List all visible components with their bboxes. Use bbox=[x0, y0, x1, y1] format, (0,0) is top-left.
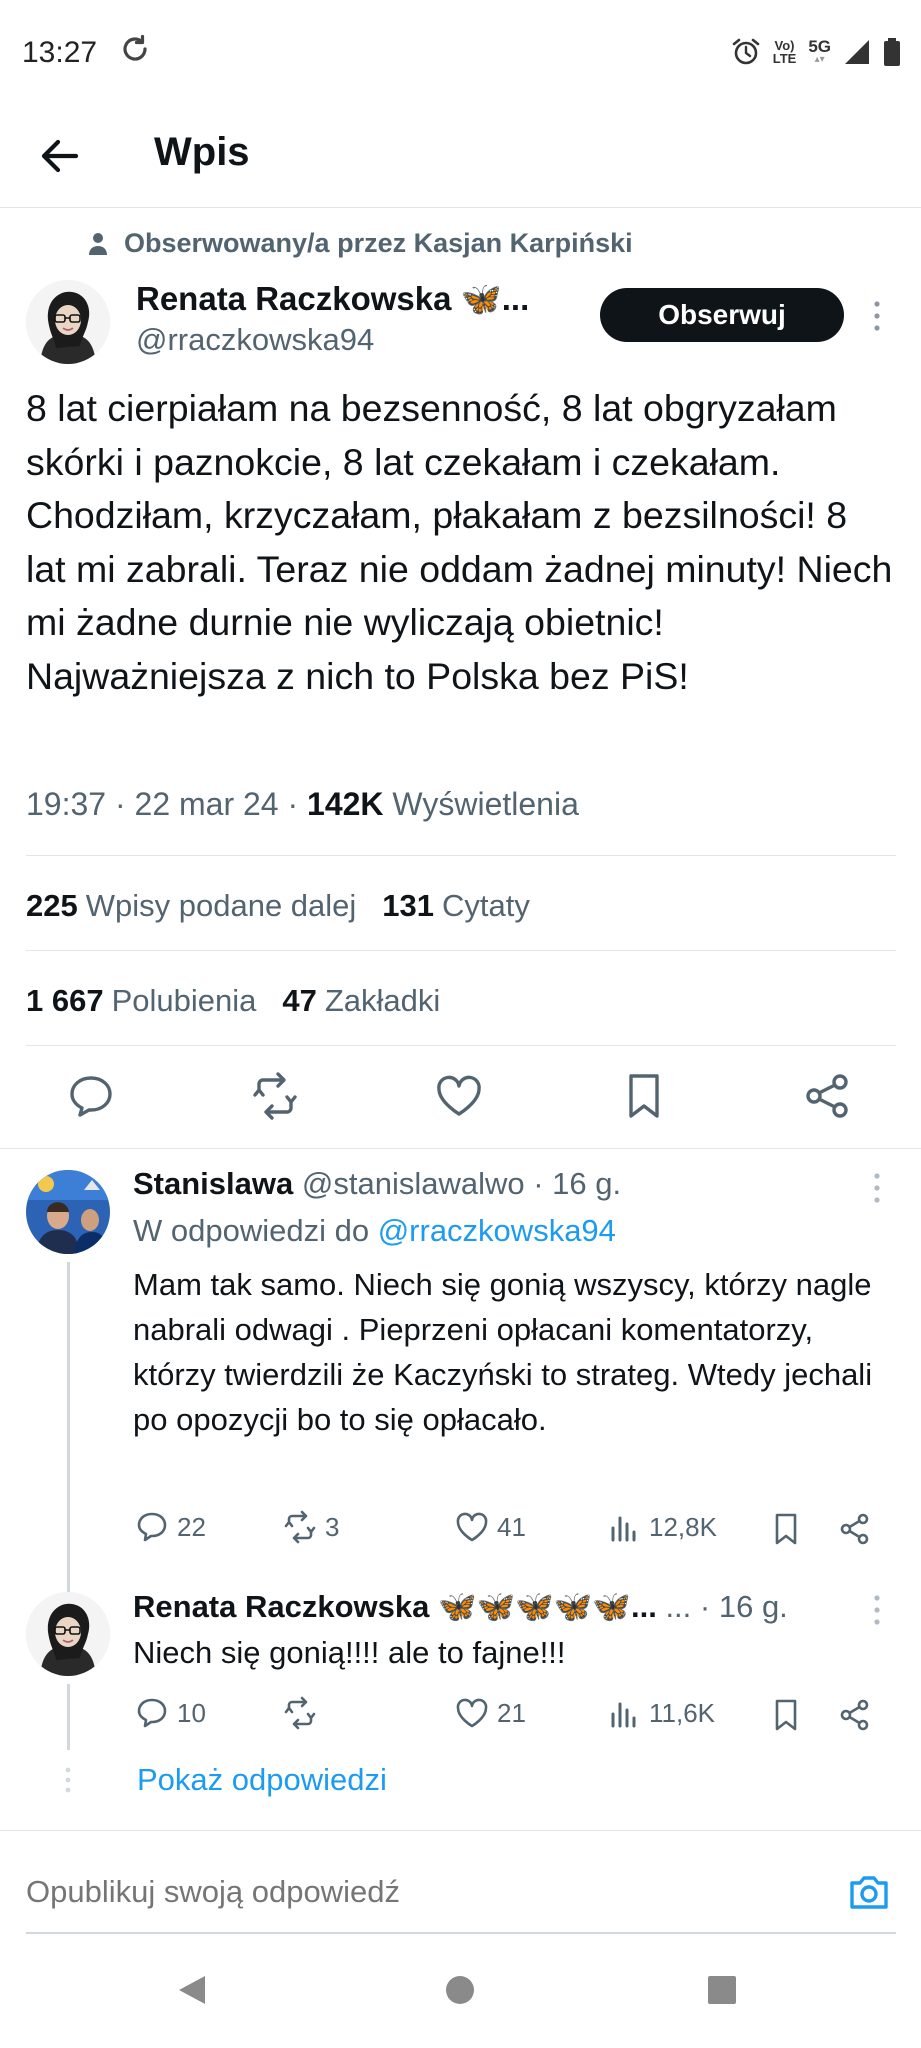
author-handle[interactable]: @rraczkowska94 bbox=[136, 322, 374, 358]
share-icon[interactable] bbox=[800, 1068, 856, 1124]
thread-line bbox=[67, 1684, 70, 1750]
views-count: 142K bbox=[307, 786, 384, 822]
nav-home-button[interactable] bbox=[430, 1960, 490, 2020]
reply-repost-action[interactable]: 3 bbox=[281, 1508, 339, 1546]
like-icon bbox=[456, 1512, 488, 1542]
share-icon[interactable] bbox=[836, 1696, 874, 1734]
app-bar: Wpis bbox=[0, 104, 921, 208]
reply-author-name[interactable]: Stanislawa bbox=[133, 1166, 293, 1201]
divider bbox=[0, 1148, 921, 1149]
status-icons: Vo) LTE 5G ▴▾ bbox=[731, 34, 901, 70]
reply-like-action[interactable]: 41 bbox=[453, 1508, 526, 1546]
nav-back-button[interactable] bbox=[163, 1960, 223, 2020]
bookmark-icon[interactable] bbox=[767, 1696, 805, 1734]
circle-home-icon bbox=[446, 1976, 474, 2004]
like-icon bbox=[456, 1698, 488, 1728]
reply-repost-action[interactable] bbox=[281, 1694, 325, 1732]
reply-author-handle[interactable]: ... bbox=[665, 1589, 691, 1624]
page-title: Wpis bbox=[154, 130, 250, 174]
thread-dots bbox=[64, 1766, 72, 1794]
reply-views-action[interactable]: 12,8K bbox=[605, 1508, 717, 1546]
like-icon[interactable] bbox=[431, 1068, 487, 1124]
status-time: 13:27 bbox=[22, 36, 98, 69]
divider bbox=[26, 950, 896, 951]
reply-avatar[interactable] bbox=[26, 1592, 110, 1676]
reply-input[interactable] bbox=[26, 1862, 826, 1922]
tweet-date: 22 mar 24 bbox=[134, 786, 279, 822]
reply-to-line: W odpowiedzi do @rraczkowska94 bbox=[133, 1213, 616, 1248]
bookmarks-stat[interactable]: 47 Zakładki bbox=[282, 983, 440, 1019]
tweet-meta: 19:37 · 22 mar 24 · 142K Wyświetlenia bbox=[26, 786, 579, 822]
reply-icon[interactable] bbox=[63, 1068, 119, 1124]
more-options-icon[interactable] bbox=[867, 1590, 887, 1630]
repost-icon[interactable] bbox=[247, 1068, 303, 1124]
square-recents-icon bbox=[708, 1976, 736, 2004]
person-icon bbox=[89, 232, 107, 255]
tweet-time: 19:37 bbox=[26, 786, 107, 822]
divider bbox=[26, 855, 896, 856]
arrow-left-icon[interactable] bbox=[30, 126, 90, 186]
reply-actions: 10 21 11,6K bbox=[133, 1694, 893, 1738]
reply-time: 16 g. bbox=[718, 1589, 788, 1624]
reply-views-action[interactable]: 11,6K bbox=[605, 1694, 715, 1732]
reply-avatar[interactable] bbox=[26, 1170, 110, 1254]
reply-icon bbox=[137, 1512, 167, 1542]
show-replies-link[interactable]: Pokaż odpowiedzi bbox=[137, 1762, 387, 1798]
reply-header: Renata Raczkowska 🦋🦋🦋🦋🦋... ... · 16 g. bbox=[133, 1589, 788, 1624]
more-options-icon[interactable] bbox=[867, 1168, 887, 1208]
quotes-stat[interactable]: 131 Cytaty bbox=[382, 888, 530, 924]
signal-icon bbox=[845, 40, 869, 64]
divider bbox=[0, 1830, 921, 1831]
repost-icon bbox=[284, 1510, 316, 1544]
triangle-back-icon bbox=[179, 1976, 205, 2004]
battery-icon bbox=[884, 38, 900, 66]
tweet-text: 8 lat cierpiałam na bezsenność, 8 lat ob… bbox=[26, 387, 893, 697]
reply-author-name[interactable]: Renata Raczkowska 🦋🦋🦋🦋🦋... bbox=[133, 1589, 657, 1624]
tweet-actions bbox=[0, 1068, 921, 1128]
views-label: Wyświetlenia bbox=[392, 786, 579, 822]
reply-like-action[interactable]: 21 bbox=[453, 1694, 526, 1732]
bookmark-icon[interactable] bbox=[616, 1068, 672, 1124]
repost-icon bbox=[284, 1696, 316, 1730]
reply-text: Mam tak samo. Niech się gonią wszyscy, k… bbox=[133, 1267, 873, 1437]
nav-recents-button[interactable] bbox=[692, 1960, 752, 2020]
camera-icon[interactable] bbox=[846, 1869, 892, 1915]
more-options-icon[interactable] bbox=[867, 296, 887, 336]
reply-reply-action[interactable]: 22 bbox=[133, 1508, 206, 1546]
reply-author-handle[interactable]: @stanislawalwo bbox=[302, 1166, 525, 1201]
system-nav-bar bbox=[0, 1960, 921, 2048]
signal-type: 5G ▴▾ bbox=[808, 37, 831, 65]
followed-by-text: Obserwowany/a przez Kasjan Karpiński bbox=[124, 228, 633, 258]
bookmark-icon[interactable] bbox=[767, 1510, 805, 1548]
reply-actions: 22 3 41 12,8K bbox=[133, 1508, 893, 1552]
views-icon bbox=[611, 1702, 636, 1728]
follow-button[interactable]: Obserwuj bbox=[600, 288, 844, 342]
sync-icon bbox=[123, 34, 147, 61]
reply-time: 16 g. bbox=[552, 1166, 622, 1201]
reply-to-mention[interactable]: @rraczkowska94 bbox=[378, 1213, 616, 1248]
followed-by-notice[interactable]: Obserwowany/a przez Kasjan Karpiński bbox=[88, 228, 633, 259]
author-avatar[interactable] bbox=[26, 280, 110, 364]
volte-icon: Vo) LTE bbox=[772, 38, 797, 66]
reply-text: Niech się gonią!!!! ale to fajne!!! bbox=[133, 1635, 566, 1670]
alarm-icon bbox=[732, 38, 760, 65]
share-icon[interactable] bbox=[836, 1510, 874, 1548]
likes-stat[interactable]: 1 667 Polubienia bbox=[26, 983, 256, 1019]
compose-underline bbox=[26, 1932, 896, 1934]
status-bar: 13:27 Vo) LTE 5G ▴▾ bbox=[0, 0, 921, 104]
reply-header: Stanislawa @stanislawalwo · 16 g. bbox=[133, 1166, 622, 1201]
repost-stats: 225 Wpisy podane dalej 131 Cytaty bbox=[26, 888, 530, 924]
reply-reply-action[interactable]: 10 bbox=[133, 1694, 206, 1732]
like-stats: 1 667 Polubienia 47 Zakładki bbox=[26, 983, 440, 1019]
views-icon bbox=[611, 1516, 636, 1542]
reply-icon bbox=[137, 1698, 167, 1728]
reposts-stat[interactable]: 225 Wpisy podane dalej bbox=[26, 888, 356, 924]
divider bbox=[26, 1045, 896, 1046]
author-name[interactable]: Renata Raczkowska 🦋... bbox=[136, 280, 529, 319]
